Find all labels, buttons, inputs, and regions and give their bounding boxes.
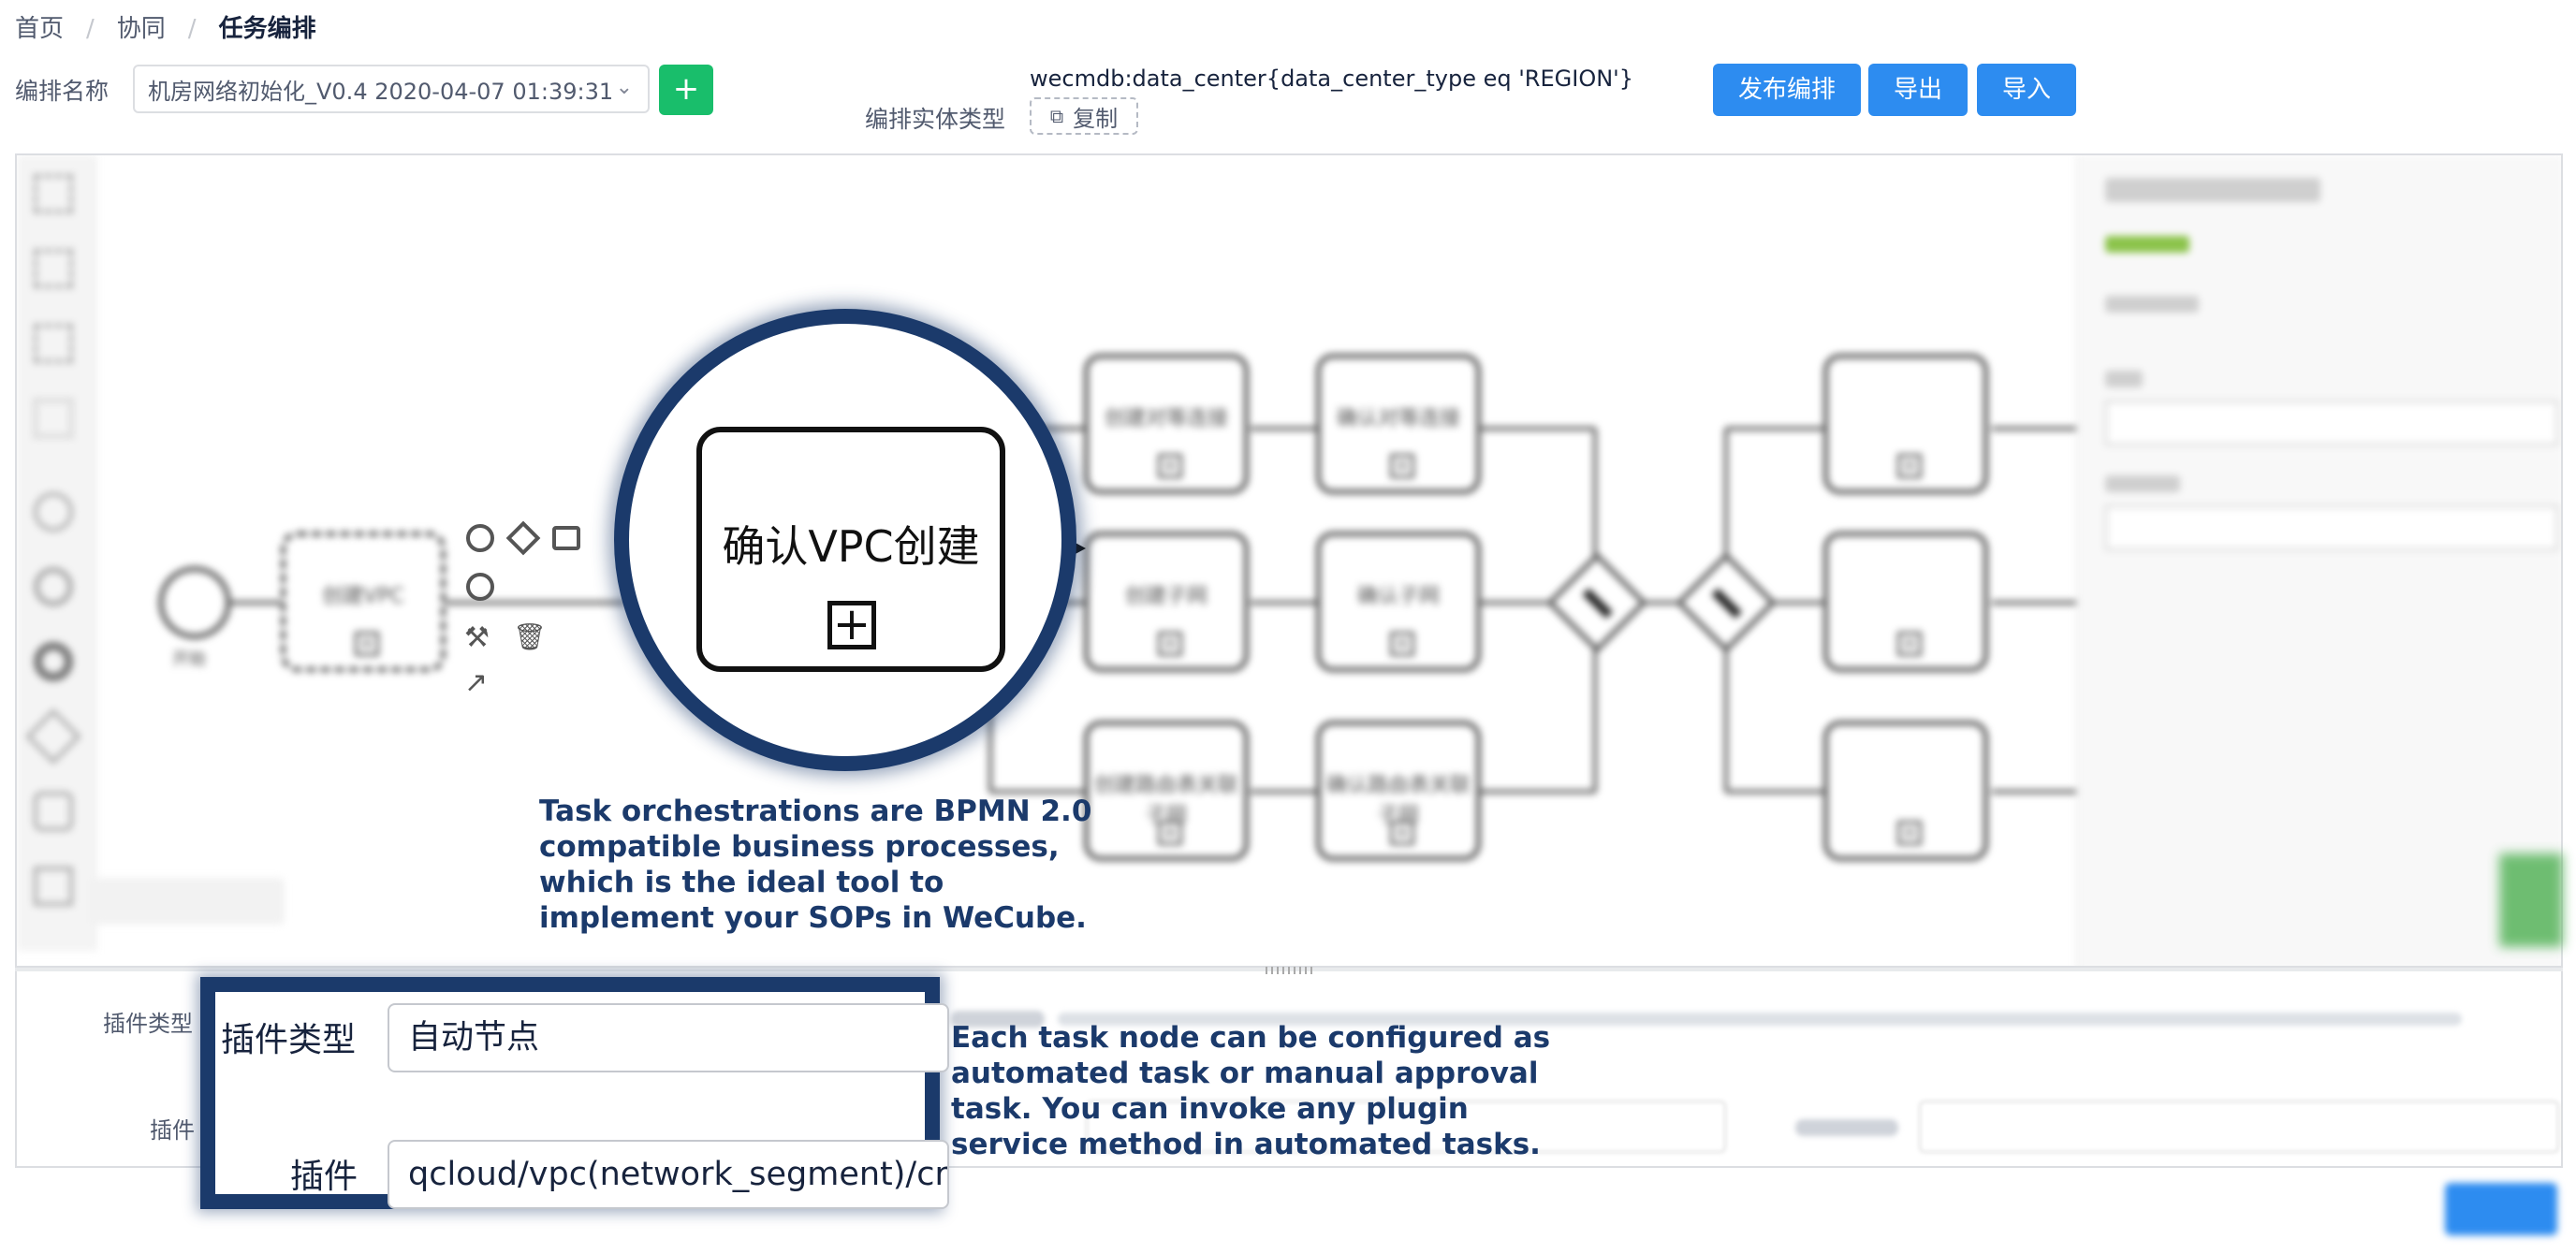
- breadcrumb: 首页 / 协同 / 任务编排: [15, 13, 316, 45]
- publish-button[interactable]: 发布编排: [1713, 64, 1861, 116]
- subprocess-marker-icon: +: [1390, 454, 1414, 478]
- green-decoration: [2499, 853, 2563, 947]
- add-orchestration-button[interactable]: +: [659, 65, 713, 115]
- subprocess-marker-icon: +: [1897, 454, 1922, 478]
- magnifier-lens: 确认VPC创建 +: [614, 309, 1076, 771]
- task-node-right-3[interactable]: +: [1823, 721, 1988, 861]
- subprocess-marker-icon: +: [1897, 821, 1922, 845]
- blurred-diagram: 开始 创建VPC + 创建对等连接 + 确认对等连接 + 创建子网 + 确认子网 + 创建…: [17, 155, 2561, 966]
- breadcrumb-separator: /: [187, 15, 197, 43]
- caption-line: implement your SOPs in WeCube.: [539, 901, 1087, 935]
- properties-panel: [2076, 155, 2561, 966]
- export-button[interactable]: 导出: [1868, 64, 1968, 116]
- trash-icon[interactable]: 🗑: [513, 621, 547, 652]
- task-confirm-vpc-create[interactable]: 确认VPC创建 +: [696, 427, 1005, 672]
- entity-query: wecmdb:data_center{data_center_type eq '…: [1030, 66, 1634, 92]
- task-confirm-route-table[interactable]: 确认路由表关联子网 +: [1316, 721, 1481, 861]
- zoom-plugin-label: 插件: [290, 1158, 359, 1196]
- caption-line: task. You can invoke any plugin: [951, 1092, 1469, 1126]
- task-node-right-1[interactable]: +: [1823, 354, 1988, 494]
- entity-type-label: 编排实体类型: [865, 106, 1006, 133]
- zoom-plugin-type-label: 插件类型: [221, 1021, 357, 1059]
- orchestration-name-label: 编排名称: [15, 78, 110, 105]
- start-event-label: 开始: [172, 649, 206, 669]
- plugin-type-label: 插件类型: [103, 1011, 193, 1037]
- subprocess-marker-icon: +: [1158, 632, 1182, 656]
- task-label: 确认对等连接: [1336, 407, 1460, 430]
- breadcrumb-collab[interactable]: 协同: [117, 13, 166, 45]
- orchestration-select-value: 机房网络初始化_V0.4 2020-04-07 01:39:31: [148, 78, 614, 105]
- context-event-icon[interactable]: [466, 573, 494, 601]
- caption-line: Each task node can be configured as: [951, 1021, 1551, 1055]
- orchestration-select[interactable]: 机房网络初始化_V0.4 2020-04-07 01:39:31 ⌄: [133, 65, 650, 113]
- task-create-route-table[interactable]: 创建路由表关联子网 +: [1084, 721, 1249, 861]
- subprocess-marker-icon: +: [827, 601, 876, 649]
- task-label: 创建VPC: [322, 585, 404, 608]
- subprocess-marker-icon: +: [355, 632, 379, 656]
- config-caption: Each task node can be configured as auto…: [951, 1020, 1550, 1162]
- task-confirm-peering[interactable]: 确认对等连接 +: [1316, 354, 1481, 494]
- plugin-label: 插件: [150, 1117, 195, 1144]
- caption-line: which is the ideal tool to: [539, 866, 944, 899]
- blurred-input[interactable]: [1919, 1101, 2559, 1153]
- caption-line: service method in automated tasks.: [951, 1128, 1541, 1161]
- caption-line: Task orchestrations are BPMN 2.0: [539, 795, 1092, 828]
- bpmn-canvas[interactable]: 开始 创建VPC + 创建对等连接 + 确认对等连接 + 创建子网 + 确认子网 + 创建…: [15, 153, 2563, 968]
- diagram-caption: Task orchestrations are BPMN 2.0 compati…: [539, 794, 1091, 936]
- subprocess-marker-icon: +: [1390, 632, 1414, 656]
- task-create-peering[interactable]: 创建对等连接 +: [1084, 354, 1249, 494]
- panel-toggle[interactable]: [88, 878, 285, 925]
- subprocess-marker-icon: +: [1158, 454, 1182, 478]
- context-task-icon[interactable]: [552, 526, 580, 550]
- import-button[interactable]: 导入: [1977, 64, 2076, 116]
- task-label: 确认子网: [1356, 585, 1440, 608]
- connect-arrow-icon[interactable]: ↗: [464, 666, 488, 699]
- context-start-event-icon[interactable]: [466, 524, 494, 552]
- task-label: 创建对等连接: [1104, 407, 1228, 430]
- blurred-label: [1795, 1119, 1898, 1136]
- caption-line: automated task or manual approval: [951, 1057, 1539, 1090]
- magnified-task-label: 确认VPC创建: [722, 521, 980, 572]
- breadcrumb-home[interactable]: 首页: [15, 13, 64, 45]
- chevron-down-icon: ⌄: [615, 76, 633, 99]
- task-node-right-2[interactable]: +: [1823, 532, 1988, 672]
- save-button[interactable]: [2445, 1183, 2557, 1235]
- plugin-type-select[interactable]: 自动节点: [388, 1003, 949, 1072]
- copy-icon: ⧉: [1049, 105, 1064, 127]
- wrench-icon[interactable]: ⚒: [464, 621, 490, 654]
- zoom-config-box: 插件类型 自动节点 插件 qcloud/vpc(network_segment)…: [200, 977, 949, 1209]
- subprocess-marker-icon: +: [1158, 821, 1182, 845]
- subprocess-marker-icon: +: [1897, 632, 1922, 656]
- copy-label: 复制: [1073, 105, 1119, 132]
- task-label: 确认路由表关联子网: [1325, 774, 1471, 827]
- breadcrumb-current: 任务编排: [218, 15, 316, 43]
- copy-button[interactable]: ⧉ 复制: [1030, 97, 1138, 135]
- caption-line: compatible business processes,: [539, 830, 1060, 864]
- breadcrumb-separator: /: [86, 15, 95, 43]
- task-confirm-subnet[interactable]: 确认子网 +: [1316, 532, 1481, 672]
- plugin-select[interactable]: qcloud/vpc(network_segment)/create: [388, 1140, 949, 1209]
- subprocess-marker-icon: +: [1390, 821, 1414, 845]
- task-label: 创建路由表关联子网: [1093, 774, 1238, 827]
